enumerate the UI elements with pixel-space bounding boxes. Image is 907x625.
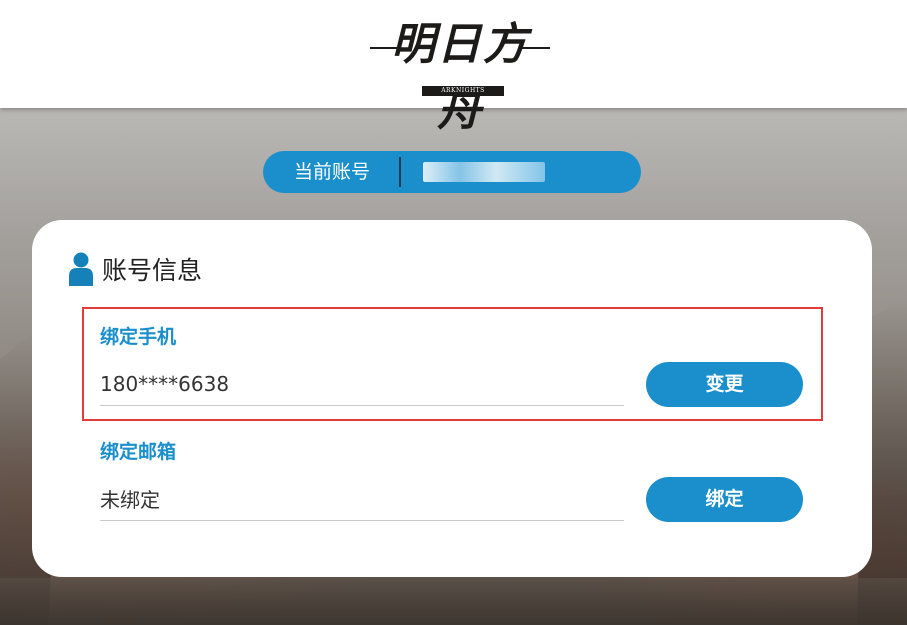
current-account-bar: 当前账号 (263, 151, 641, 193)
logo-subtext: ARKNIGHTS (422, 86, 504, 96)
current-account-value-redacted (423, 162, 545, 182)
phone-binding-label: 绑定手机 (100, 326, 177, 348)
change-phone-button[interactable]: 变更 (646, 362, 803, 407)
email-binding-label: 绑定邮箱 (100, 441, 177, 463)
logo-text: 明日方舟 (391, 19, 529, 136)
background-rubble (0, 578, 907, 625)
phone-binding-value: 180****6638 (100, 372, 230, 396)
bind-email-button[interactable]: 绑定 (646, 477, 803, 522)
logo-line-right (520, 47, 550, 49)
phone-binding-underline (100, 405, 624, 406)
email-binding-value: 未绑定 (100, 488, 160, 512)
card-title: 账号信息 (102, 256, 203, 285)
current-account-label: 当前账号 (294, 161, 371, 183)
account-info-card: 账号信息 绑定手机 180****6638 变更 绑定邮箱 未绑定 绑定 (32, 220, 872, 577)
account-divider (399, 157, 401, 187)
arknights-logo[interactable]: 明日方舟 ARKNIGHTS (370, 12, 550, 136)
email-binding-underline (100, 520, 624, 521)
site-header: 明日方舟 ARKNIGHTS (0, 0, 907, 136)
user-icon (68, 252, 94, 286)
